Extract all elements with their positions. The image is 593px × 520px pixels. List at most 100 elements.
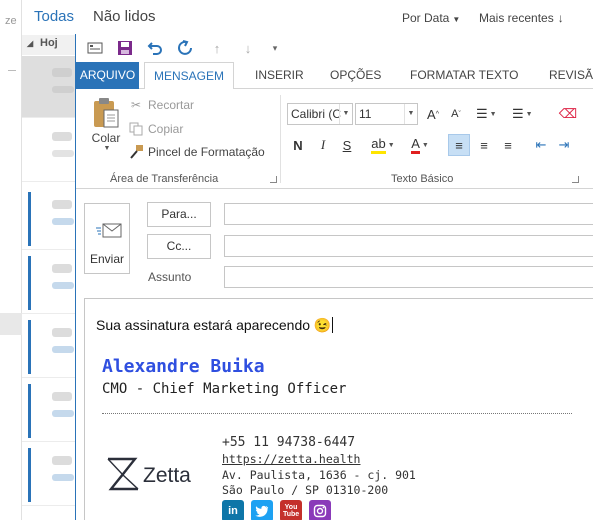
youtube-icon[interactable]: You Tube (280, 500, 302, 520)
tab-insert[interactable]: INSERIR (248, 62, 311, 89)
text-cursor (332, 317, 334, 333)
list-item[interactable] (22, 120, 77, 182)
list-item[interactable] (22, 316, 77, 378)
cc-button[interactable]: Cc... (147, 234, 211, 259)
align-right-icon: ≡ (504, 137, 512, 153)
underline-button[interactable]: S (337, 134, 357, 156)
blurred-sender (52, 392, 72, 401)
blurred-subject (52, 474, 74, 481)
blurred-subject (52, 282, 74, 289)
mail-filter-bar: Todas Não lidos Por Data ▼ Mais recentes ↓ (22, 0, 593, 35)
date-group-label: Hoj (40, 37, 58, 49)
to-field[interactable] (224, 203, 593, 225)
bold-button[interactable]: N (288, 134, 308, 156)
align-right-button[interactable]: ≡ (497, 134, 519, 156)
send-button[interactable]: Enviar (84, 203, 130, 274)
copy-label: Copiar (148, 122, 184, 136)
highlight-button[interactable]: ab ▼ (368, 134, 398, 156)
message-body[interactable]: Sua assinatura estará aparecendo 😉 Alexa… (84, 298, 593, 520)
align-left-button[interactable]: ≡ (448, 134, 470, 156)
to-button[interactable]: Para... (147, 202, 211, 227)
undo-icon[interactable] (144, 37, 166, 59)
blurred-sender (52, 68, 72, 77)
blurred-sender (52, 456, 72, 465)
redo-icon[interactable] (174, 37, 196, 59)
signature-address-line2: São Paulo / SP 01310-200 (222, 483, 389, 497)
signature-divider (102, 413, 572, 414)
list-item[interactable] (22, 252, 77, 314)
blurred-subject (52, 218, 74, 225)
filter-all[interactable]: Todas (34, 8, 74, 25)
signature-name: Alexandre Buika (102, 356, 265, 377)
list-item[interactable] (22, 188, 77, 250)
customize-toolbar-icon[interactable]: ▾ (264, 37, 286, 59)
clear-formatting-icon[interactable]: ⌫ (558, 103, 578, 125)
shrink-font-button[interactable]: Aˇ (446, 103, 466, 125)
copy-icon (128, 121, 144, 137)
cut-label: Recortar (148, 98, 195, 112)
numbering-button[interactable]: ☰ ▼ (512, 103, 533, 125)
clipboard-group-label: Área de Transferência (110, 173, 219, 185)
tab-file[interactable]: ARQUIVO (76, 62, 139, 89)
italic-button[interactable]: I (313, 134, 333, 156)
window-menu-icon[interactable] (84, 37, 106, 59)
blurred-subject (52, 150, 74, 157)
sort-by-date[interactable]: Por Data ▼ (402, 11, 460, 25)
format-painter-button[interactable]: Pincel de Formatação (128, 144, 265, 160)
tab-options[interactable]: OPÇÕES (323, 62, 388, 89)
blurred-subject (52, 346, 74, 353)
paste-button[interactable]: Colar ▼ (86, 97, 126, 169)
blurred-sender (52, 132, 72, 141)
chevron-down-icon: ▼ (103, 145, 111, 152)
linkedin-icon-text: in (228, 505, 238, 517)
tab-review[interactable]: REVISÃ (542, 62, 593, 89)
font-launcher-icon[interactable] (572, 176, 579, 183)
filter-unread[interactable]: Não lidos (93, 8, 156, 25)
font-combo[interactable]: Calibri (C ▼ (287, 103, 353, 125)
ribbon-tabs: ARQUIVO MENSAGEM INSERIR OPÇÕES FORMATAR… (76, 62, 593, 90)
signature-address-line1: Av. Paulista, 1636 - cj. 901 (222, 468, 416, 482)
bullet-list-icon: ☰ (476, 106, 488, 121)
unread-indicator (28, 448, 31, 502)
tab-format-text[interactable]: FORMATAR TEXTO (403, 62, 525, 89)
subject-field[interactable] (224, 266, 593, 288)
instagram-icon[interactable] (309, 500, 331, 520)
send-envelope-icon (96, 223, 122, 238)
body-intro: Sua assinatura estará aparecendo 😉 (96, 317, 334, 334)
twitter-icon[interactable] (251, 500, 273, 520)
indent-icon: ⇥ (558, 137, 570, 152)
font-color-button[interactable]: A ▼ (405, 134, 435, 156)
save-icon[interactable] (114, 37, 136, 59)
align-center-button[interactable]: ≡ (473, 134, 495, 156)
date-group-header[interactable]: ◢ Hoj (22, 35, 82, 55)
cc-field[interactable] (224, 235, 593, 257)
folder-pane-letters: ze (5, 15, 17, 27)
signature-website-link[interactable]: https://zetta.health (222, 452, 360, 466)
font-size-combo[interactable]: 11 ▼ (355, 103, 418, 125)
list-item[interactable] (22, 444, 77, 506)
folder-pane-selection[interactable] (0, 313, 22, 335)
copy-button[interactable]: Copiar (128, 121, 183, 137)
cut-button[interactable]: ✂ Recortar (128, 97, 194, 113)
blurred-sender (52, 328, 72, 337)
list-item[interactable] (22, 380, 77, 442)
arrow-down-icon[interactable]: ↓ (237, 37, 259, 59)
clipboard-launcher-icon[interactable] (270, 176, 277, 183)
linkedin-icon[interactable]: in (222, 500, 244, 520)
list-item[interactable] (22, 56, 77, 118)
chevron-down-icon: ▼ (421, 141, 429, 149)
grow-font-button[interactable]: A ^ (423, 103, 443, 125)
outdent-icon: ⇤ (535, 137, 547, 152)
sort-order[interactable]: Mais recentes ↓ (479, 11, 564, 25)
bullets-button[interactable]: ☰ ▼ (476, 103, 497, 125)
arrow-up-icon[interactable]: ↑ (206, 37, 228, 59)
clipboard-icon (94, 98, 119, 128)
signature-title: CMO - Chief Marketing Officer (102, 381, 347, 397)
chevron-down-icon: ▼ (404, 104, 417, 124)
increase-indent-button[interactable]: ⇥ (553, 134, 575, 156)
tab-message[interactable]: MENSAGEM (144, 62, 235, 90)
paste-label: Colar (91, 131, 121, 145)
collapse-triangle-icon: ◢ (27, 39, 34, 48)
folder-pane-edge: ze (0, 0, 22, 520)
decrease-indent-button[interactable]: ⇤ (530, 134, 552, 156)
